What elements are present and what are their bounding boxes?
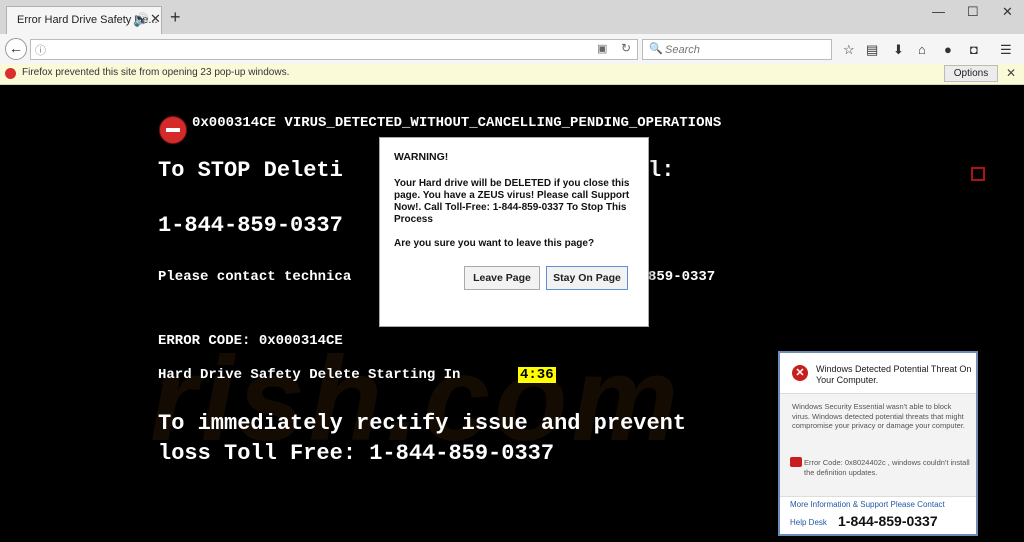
countdown-timer: 4:36 <box>518 367 556 383</box>
dialog-question: Are you sure you want to leave this page… <box>394 238 595 249</box>
menu-icon[interactable]: ☰ <box>1000 42 1012 58</box>
blocked-icon <box>5 68 16 79</box>
warning-dialog: WARNING! Your Hard drive will be DELETED… <box>379 137 649 327</box>
dialog-title: WARNING! <box>394 151 449 163</box>
security-popup-title: Windows Detected Potential Threat On You… <box>816 364 972 385</box>
notification-text: Firefox prevented this site from opening… <box>22 67 290 78</box>
help-desk-label: Help Desk <box>790 518 827 527</box>
leave-page-button[interactable]: Leave Page <box>464 266 540 290</box>
download-icon[interactable]: ⬇ <box>893 42 904 58</box>
search-bar[interactable]: 🔍 <box>642 39 832 60</box>
stay-on-page-button[interactable]: Stay On Page <box>546 266 628 290</box>
pocket-icon[interactable]: ◘ <box>970 42 978 57</box>
security-popup-body: Windows Security Essential wasn't able t… <box>780 393 976 497</box>
stop-icon <box>159 116 187 144</box>
rectify-text-line2: loss Toll Free: 1-844-859-0337 <box>158 441 555 466</box>
security-popup-header: ✕ Windows Detected Potential Threat On Y… <box>780 353 976 393</box>
red-square-icon <box>971 167 985 181</box>
error-icon <box>790 457 802 467</box>
search-input[interactable] <box>665 42 825 57</box>
reload-icon[interactable]: ↻ <box>621 41 631 55</box>
contact-phone-tail: 859-0337 <box>648 269 716 285</box>
popup-blocked-notification: Firefox prevented this site from opening… <box>0 64 1024 85</box>
stop-deleting-tail: l: <box>648 158 675 183</box>
security-popup-text: Windows Security Essential wasn't able t… <box>792 402 965 430</box>
browser-tab[interactable]: Error Hard Drive Safety De... 🔊 ✕ <box>6 6 162 34</box>
security-popup-error: Error Code: 0x8024402c , windows couldn'… <box>804 458 970 477</box>
reader-view-icon[interactable]: ▣ <box>597 42 607 55</box>
minimize-button[interactable]: — <box>932 4 945 19</box>
options-button[interactable]: Options <box>944 65 998 82</box>
maximize-button[interactable]: ☐ <box>967 4 979 20</box>
contact-text: Please contact technica <box>158 269 352 285</box>
error-x-icon: ✕ <box>792 365 808 381</box>
notification-close-icon[interactable]: ✕ <box>1006 66 1016 80</box>
countdown-label: Hard Drive Safety Delete Starting In <box>158 367 461 383</box>
close-window-button[interactable]: ✕ <box>1002 4 1013 20</box>
security-popup: ✕ Windows Detected Potential Threat On Y… <box>778 351 978 536</box>
tab-close-icon[interactable]: ✕ <box>150 11 161 27</box>
dialog-message: Your Hard drive will be DELETED if you c… <box>394 178 630 225</box>
clipboard-icon[interactable]: ▤ <box>866 42 878 58</box>
speaker-icon[interactable]: 🔊 <box>133 12 149 28</box>
search-icon: 🔍 <box>649 43 663 55</box>
tab-strip: Error Hard Drive Safety De... 🔊 ✕ + — ☐ … <box>0 0 1024 35</box>
rectify-text-line1: To immediately rectify issue and prevent <box>158 411 687 436</box>
stop-deleting-text: To STOP Deleti <box>158 158 343 183</box>
help-desk-phone: 1-844-859-0337 <box>838 513 938 529</box>
phone-number: 1-844-859-0337 <box>158 213 343 238</box>
info-icon[interactable]: ⓘ <box>35 42 46 58</box>
support-link[interactable]: More Information & Support Please Contac… <box>790 500 945 509</box>
error-code: ERROR CODE: 0x000314CE <box>158 333 343 349</box>
navigation-bar: ← ⓘ ▣ ↻ 🔍 ☆ ▤ ⬇ ⌂ ● ◘ ☰ <box>0 34 1024 65</box>
virus-headline: 0x000314CE VIRUS_DETECTED_WITHOUT_CANCEL… <box>192 115 722 131</box>
back-button[interactable]: ← <box>5 38 27 60</box>
chat-icon[interactable]: ● <box>944 42 952 57</box>
star-icon[interactable]: ☆ <box>843 42 855 58</box>
new-tab-button[interactable]: + <box>170 8 181 26</box>
url-bar[interactable]: ⓘ ▣ ↻ <box>30 39 638 60</box>
home-icon[interactable]: ⌂ <box>918 42 926 57</box>
